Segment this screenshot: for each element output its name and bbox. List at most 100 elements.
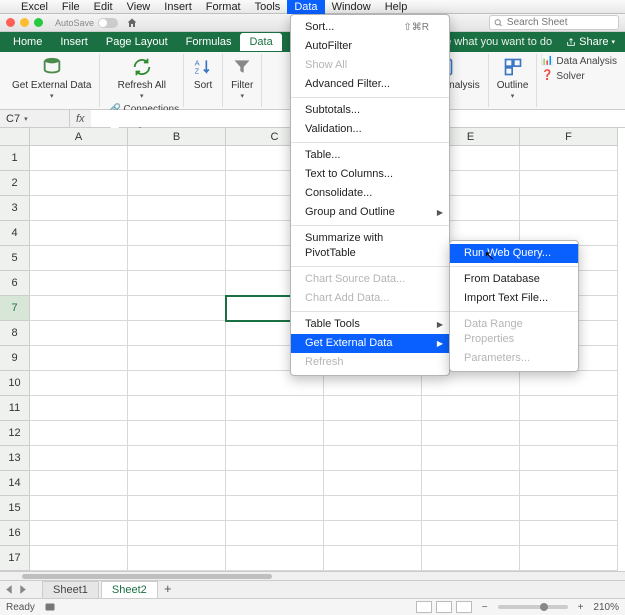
cell[interactable] [520, 521, 618, 546]
cell[interactable] [324, 521, 422, 546]
cell[interactable] [30, 371, 128, 396]
prev-sheet-button[interactable] [4, 584, 15, 595]
menu-item[interactable]: Sort...⇧⌘R [291, 18, 449, 37]
cell[interactable] [128, 496, 226, 521]
tab-home[interactable]: Home [4, 33, 51, 51]
menu-item[interactable]: Summarize with PivotTable [291, 229, 449, 263]
share-button[interactable]: Share ▾ [560, 36, 621, 48]
get-external-data-button[interactable]: Get External Data ▾ [8, 54, 95, 103]
col-header-f[interactable]: F [520, 128, 618, 146]
cell[interactable] [30, 196, 128, 221]
cell[interactable] [128, 446, 226, 471]
cell[interactable] [520, 146, 618, 171]
autosave-toggle[interactable]: AutoSave [55, 18, 118, 28]
cell[interactable] [520, 371, 618, 396]
row-header[interactable]: 3 [0, 196, 30, 221]
minimize-window-button[interactable] [20, 18, 29, 27]
zoom-in-button[interactable]: + [578, 602, 584, 613]
cell[interactable] [30, 321, 128, 346]
view-page-break-button[interactable] [456, 601, 472, 613]
menubar-insert[interactable]: Insert [157, 0, 199, 14]
row-header[interactable]: 2 [0, 171, 30, 196]
cell[interactable] [128, 246, 226, 271]
sheet-tab-sheet2[interactable]: Sheet2 [101, 581, 158, 598]
cell[interactable] [324, 546, 422, 571]
cell[interactable] [324, 421, 422, 446]
cell[interactable] [30, 446, 128, 471]
view-normal-button[interactable] [416, 601, 432, 613]
cell[interactable] [30, 521, 128, 546]
refresh-all-button[interactable]: Refresh All ▾ [114, 54, 170, 103]
cell[interactable] [226, 396, 324, 421]
cell[interactable] [422, 521, 520, 546]
menubar-help[interactable]: Help [378, 0, 415, 14]
menubar-format[interactable]: Format [199, 0, 248, 14]
next-sheet-button[interactable] [17, 584, 28, 595]
search-input[interactable] [507, 17, 614, 28]
cell[interactable] [324, 396, 422, 421]
cell[interactable] [30, 146, 128, 171]
menu-item[interactable]: Table... [291, 146, 449, 165]
cell[interactable] [226, 471, 324, 496]
cell[interactable] [128, 546, 226, 571]
row-header[interactable]: 1 [0, 146, 30, 171]
search-sheet[interactable] [489, 15, 619, 30]
row-header[interactable]: 5 [0, 246, 30, 271]
horizontal-scrollbar[interactable] [0, 571, 625, 580]
menu-item[interactable]: AutoFilter [291, 37, 449, 56]
cell[interactable] [128, 271, 226, 296]
row-header[interactable]: 8 [0, 321, 30, 346]
cell[interactable] [520, 171, 618, 196]
scrollbar-thumb[interactable] [22, 574, 272, 579]
fullscreen-window-button[interactable] [34, 18, 43, 27]
cell[interactable] [226, 546, 324, 571]
menu-item[interactable]: Consolidate... [291, 184, 449, 203]
zoom-slider[interactable] [498, 605, 568, 609]
col-header-a[interactable]: A [30, 128, 128, 146]
cell[interactable] [30, 271, 128, 296]
cell[interactable] [30, 221, 128, 246]
cell[interactable] [226, 446, 324, 471]
cell[interactable] [324, 496, 422, 521]
row-header[interactable]: 16 [0, 521, 30, 546]
col-header-b[interactable]: B [128, 128, 226, 146]
cell[interactable] [30, 171, 128, 196]
cell[interactable] [324, 471, 422, 496]
fx-button[interactable]: fx [70, 113, 91, 125]
cell[interactable] [128, 371, 226, 396]
menu-item[interactable]: Subtotals... [291, 101, 449, 120]
row-header[interactable]: 6 [0, 271, 30, 296]
menu-item[interactable]: Group and Outline [291, 203, 449, 222]
menubar-edit[interactable]: Edit [87, 0, 120, 14]
cell[interactable] [520, 546, 618, 571]
cell[interactable] [520, 196, 618, 221]
close-window-button[interactable] [6, 18, 15, 27]
cell[interactable] [128, 221, 226, 246]
cell[interactable] [422, 446, 520, 471]
menu-item[interactable]: From Database [450, 270, 578, 289]
cell[interactable] [520, 496, 618, 521]
menubar-window[interactable]: Window [325, 0, 378, 14]
row-header[interactable]: 11 [0, 396, 30, 421]
menubar-file[interactable]: File [55, 0, 87, 14]
select-all-triangle[interactable] [0, 128, 30, 146]
cell[interactable] [520, 421, 618, 446]
cell[interactable] [422, 471, 520, 496]
cell[interactable] [520, 446, 618, 471]
cell[interactable] [128, 296, 226, 321]
autosave-switch[interactable] [98, 18, 118, 28]
menubar-tools[interactable]: Tools [248, 0, 288, 14]
menu-item[interactable]: Run Web Query... [450, 244, 578, 263]
sort-button[interactable]: AZ Sort [188, 54, 218, 93]
menu-item[interactable]: Text to Columns... [291, 165, 449, 184]
cell[interactable] [128, 396, 226, 421]
sheet-tab-sheet1[interactable]: Sheet1 [42, 581, 99, 598]
menubar-view[interactable]: View [120, 0, 158, 14]
cell[interactable] [128, 171, 226, 196]
row-header[interactable]: 17 [0, 546, 30, 571]
menubar-excel[interactable]: Excel [14, 0, 55, 14]
cell[interactable] [30, 346, 128, 371]
row-header[interactable]: 15 [0, 496, 30, 521]
cell[interactable] [30, 471, 128, 496]
macro-record-icon[interactable] [43, 601, 57, 613]
